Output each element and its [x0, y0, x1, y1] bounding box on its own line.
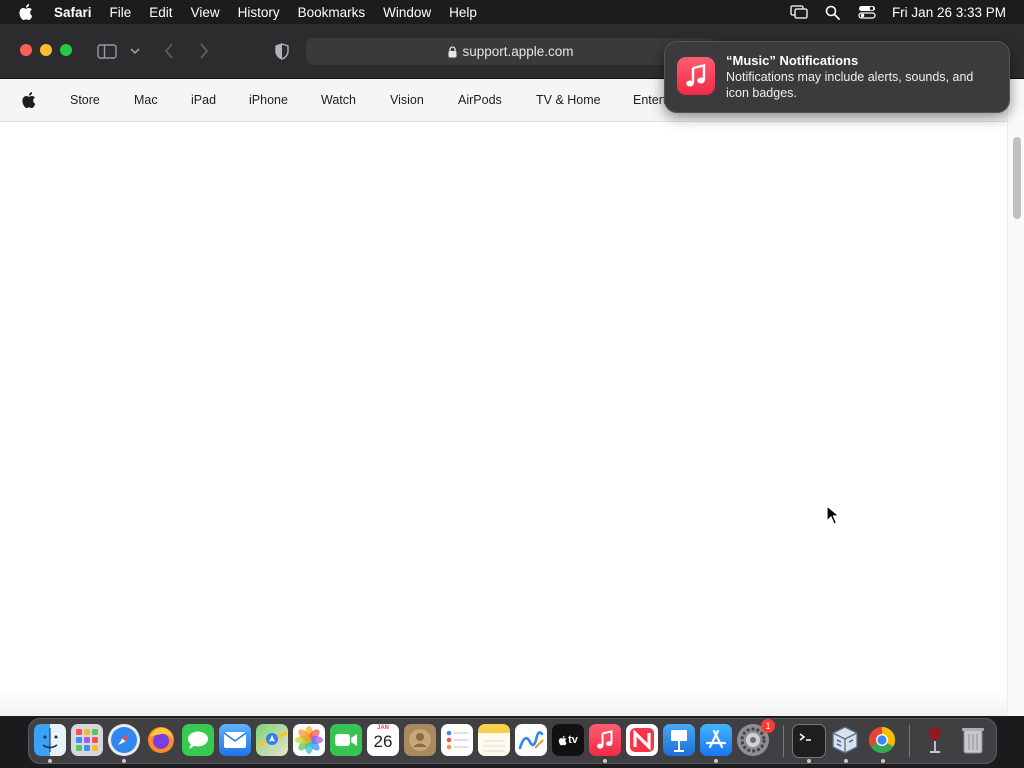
- dock: JAN 26 tv 1: [28, 718, 997, 764]
- nav-entertainment[interactable]: Entert: [633, 93, 666, 107]
- dock-contacts-icon[interactable]: [404, 724, 436, 756]
- nav-vision[interactable]: Vision: [390, 93, 424, 107]
- dock-news-icon[interactable]: [626, 724, 658, 756]
- dock-apple-tv-icon[interactable]: tv: [552, 724, 584, 756]
- chevron-down-icon[interactable]: [129, 46, 141, 56]
- dock-calendar-icon[interactable]: JAN 26: [367, 724, 399, 756]
- menu-bar-clock[interactable]: Fri Jan 26 3:33 PM: [892, 5, 1006, 20]
- dock-freeform-icon[interactable]: [515, 724, 547, 756]
- privacy-shield-icon[interactable]: [273, 41, 291, 61]
- nav-ipad[interactable]: iPad: [191, 93, 216, 107]
- address-bar[interactable]: support.apple.com: [306, 38, 716, 65]
- dock-separator: [909, 725, 910, 757]
- scrollbar-thumb[interactable]: [1013, 137, 1021, 219]
- menu-bookmarks[interactable]: Bookmarks: [298, 5, 366, 20]
- nav-airpods[interactable]: AirPods: [458, 93, 502, 107]
- notification-title: “Music” Notifications: [726, 53, 859, 68]
- menu-bar: Safari File Edit View History Bookmarks …: [0, 0, 1024, 24]
- menu-window[interactable]: Window: [383, 5, 431, 20]
- notification-body: Notifications may include alerts, sounds…: [726, 70, 974, 100]
- window-fullscreen-button[interactable]: [60, 44, 72, 56]
- nav-watch[interactable]: Watch: [321, 93, 356, 107]
- dock-running-indicator: [603, 759, 607, 763]
- dock-running-indicator: [48, 759, 52, 763]
- dock-terminal-icon[interactable]: [792, 724, 826, 758]
- dock-launchpad-icon[interactable]: [71, 724, 103, 756]
- dock-photos-icon[interactable]: [293, 724, 325, 756]
- music-app-icon: [677, 57, 715, 95]
- dock-virtualbox-icon[interactable]: [829, 724, 861, 756]
- dock-mail-icon[interactable]: [219, 724, 251, 756]
- dock-notes-icon[interactable]: [478, 724, 510, 756]
- dock-running-indicator: [844, 759, 848, 763]
- forward-icon[interactable]: [196, 42, 212, 60]
- screen-mirroring-icon[interactable]: [790, 4, 808, 20]
- settings-notification-badge: 1: [761, 719, 775, 733]
- dock-maps-icon[interactable]: [256, 724, 288, 756]
- menu-history[interactable]: History: [238, 5, 280, 20]
- menu-file[interactable]: File: [110, 5, 132, 20]
- dock-chrome-icon[interactable]: [866, 724, 898, 756]
- dock-messages-icon[interactable]: [182, 724, 214, 756]
- control-center-icon[interactable]: [858, 4, 876, 20]
- apple-home-icon[interactable]: [21, 91, 37, 109]
- menu-help[interactable]: Help: [449, 5, 477, 20]
- calendar-day: 26: [373, 732, 393, 751]
- menu-view[interactable]: View: [191, 5, 220, 20]
- dock-firefox-icon[interactable]: [145, 724, 177, 756]
- dock-running-indicator: [122, 759, 126, 763]
- apple-menu-icon[interactable]: [18, 3, 36, 21]
- spotlight-search-icon[interactable]: [824, 4, 842, 20]
- lock-icon: [448, 45, 457, 58]
- dock-wine-icon[interactable]: [919, 724, 951, 756]
- nav-mac[interactable]: Mac: [134, 93, 158, 107]
- tv-label: tv: [568, 734, 578, 746]
- dock-trash-icon[interactable]: [957, 724, 989, 756]
- calendar-month: JAN: [376, 725, 389, 731]
- dock-keynote-icon[interactable]: [663, 724, 695, 756]
- dock-running-indicator: [881, 759, 885, 763]
- dock-facetime-icon[interactable]: [330, 724, 362, 756]
- music-notification-banner[interactable]: “Music” Notifications Notifications may …: [664, 41, 1010, 113]
- page-scrollbar[interactable]: [1007, 79, 1024, 716]
- menu-app-name[interactable]: Safari: [54, 5, 92, 20]
- dock-app-store-icon[interactable]: [700, 724, 732, 756]
- dock-separator: [783, 725, 784, 757]
- safari-window: support.apple.com Store Mac iPad iPhone …: [0, 24, 1024, 716]
- dock-running-indicator: [807, 759, 811, 763]
- url-text: support.apple.com: [462, 44, 574, 59]
- menu-edit[interactable]: Edit: [149, 5, 172, 20]
- page-content: [0, 122, 1008, 716]
- nav-tv-home[interactable]: TV & Home: [536, 93, 601, 107]
- window-minimize-button[interactable]: [40, 44, 52, 56]
- dock-music-icon[interactable]: [589, 724, 621, 756]
- window-close-button[interactable]: [20, 44, 32, 56]
- sidebar-toggle-icon[interactable]: [96, 42, 118, 60]
- back-icon[interactable]: [161, 42, 177, 60]
- nav-store[interactable]: Store: [70, 93, 100, 107]
- mouse-pointer-icon: [826, 504, 841, 525]
- content-bottom-fade: [0, 688, 1008, 716]
- dock-running-indicator: [714, 759, 718, 763]
- dock-safari-icon[interactable]: [108, 724, 140, 756]
- dock-reminders-icon[interactable]: [441, 724, 473, 756]
- dock-finder-icon[interactable]: [34, 724, 66, 756]
- nav-iphone[interactable]: iPhone: [249, 93, 288, 107]
